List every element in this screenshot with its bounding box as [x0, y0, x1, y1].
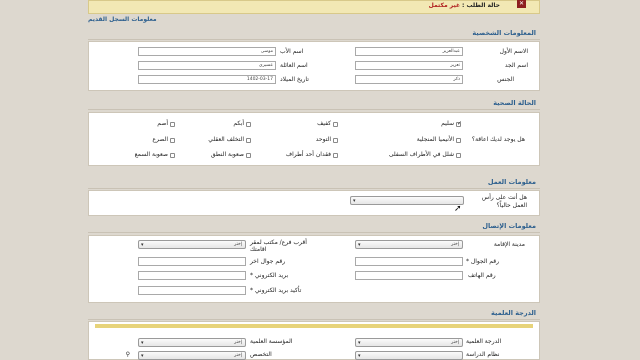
- grandfather-name-label: اسم الجد: [504, 62, 528, 69]
- gender-label: الجنس: [497, 76, 514, 83]
- degree-select-value: إختر: [451, 340, 459, 345]
- grandfather-name-field[interactable]: تعزيز: [355, 61, 463, 70]
- major-label: التخصص: [250, 351, 272, 358]
- first-name-label: الاسم الأول: [499, 48, 528, 55]
- institution-label: المؤسسة العلمية: [250, 338, 293, 345]
- study-system-label: نظام الدراسة: [466, 351, 500, 358]
- education-title: الدرجة العلمية: [491, 309, 536, 317]
- phone-field[interactable]: [355, 271, 463, 280]
- search-icon[interactable]: ⚲: [122, 351, 130, 359]
- speech-label: صعوبة النطق: [210, 151, 244, 158]
- work-panel: [88, 190, 540, 216]
- chevron-down-icon: ▾: [358, 353, 361, 359]
- mouse-cursor-icon: ➚: [454, 204, 462, 214]
- city-select-value: إختر: [451, 242, 459, 247]
- family-name-label: اسم العائلة: [280, 62, 308, 69]
- other-mobile-label: رقم جوال اخر: [250, 258, 286, 265]
- phone-label: رقم الهاتف: [468, 272, 496, 279]
- gender-field[interactable]: ذكر: [355, 75, 463, 84]
- branch-label-line2: اقامتك: [250, 246, 267, 253]
- birth-date-label: تاريخ الميلاد: [280, 76, 309, 83]
- branch-select-value: إختر: [234, 242, 242, 247]
- mental-checkbox[interactable]: [246, 138, 251, 143]
- mobile-label: رقم الجوال *: [466, 258, 500, 265]
- chevron-down-icon: ▾: [141, 353, 144, 359]
- education-header-bar: [95, 324, 533, 328]
- epilepsy-label: الصرع: [152, 136, 168, 143]
- father-name-field[interactable]: موسى: [138, 47, 276, 56]
- study-system-select[interactable]: ▾: [355, 351, 463, 360]
- healthy-checkbox[interactable]: [456, 120, 462, 127]
- email-label: بريد الكتروني *: [250, 272, 289, 279]
- chevron-down-icon: ▾: [353, 198, 356, 204]
- healthy-label: سليم: [441, 120, 454, 127]
- family-name-field[interactable]: عسيري: [138, 61, 276, 70]
- close-icon[interactable]: ✕: [517, 0, 526, 8]
- status-value: غير مكتمل: [428, 2, 461, 9]
- mute-checkbox[interactable]: [246, 122, 251, 127]
- father-name-label: اسم الأب: [280, 48, 304, 55]
- section-divider: [88, 109, 540, 110]
- autism-checkbox[interactable]: [333, 138, 338, 143]
- disability-question: هل يوجد لديك اعاقة؟: [471, 136, 525, 143]
- email-confirm-field[interactable]: [138, 286, 246, 295]
- old-record-link[interactable]: معلومات السجل القديم: [88, 16, 157, 24]
- lower-limbs-label: شلل في الأطراف السفلى: [388, 151, 454, 158]
- limb-loss-label: فقدان أحد أطراف: [285, 151, 331, 158]
- chevron-down-icon: ▾: [358, 242, 361, 248]
- epilepsy-checkbox[interactable]: [170, 138, 175, 143]
- deaf-label: أصم: [157, 120, 168, 127]
- status-label: حالة الطلب :: [461, 2, 500, 9]
- contact-title: معلومات الإتصال: [482, 222, 536, 230]
- email-field[interactable]: [138, 271, 246, 280]
- city-select[interactable]: ▾ إختر: [355, 240, 463, 249]
- lower-limbs-checkbox[interactable]: [456, 153, 461, 158]
- section-divider: [88, 39, 540, 40]
- chevron-down-icon: ▾: [141, 242, 144, 248]
- section-divider: [88, 319, 540, 320]
- personal-info-title: المعلومات الشخصية: [472, 29, 536, 37]
- email-confirm-label: تأكيد بريد الكتروني *: [250, 287, 302, 294]
- request-status: حالة الطلب : غير مكتمل: [420, 2, 500, 10]
- institution-select-value: إختر: [234, 340, 242, 345]
- work-question-line2: العمل حالياً؟: [496, 202, 528, 209]
- first-name-field[interactable]: عبدالعزيز: [355, 47, 463, 56]
- work-question-line1: هل أنت على رأس: [481, 194, 527, 201]
- health-title: الحالة الصحية: [493, 99, 536, 107]
- currently-working-select[interactable]: ▾: [350, 196, 464, 205]
- anemia-checkbox[interactable]: [456, 138, 461, 143]
- deaf-checkbox[interactable]: [170, 122, 175, 127]
- blind-checkbox[interactable]: [333, 122, 338, 127]
- blind-label: كفيف: [317, 120, 331, 127]
- chevron-down-icon: ▾: [141, 340, 144, 346]
- section-divider: [88, 232, 540, 233]
- degree-label: الدرجة العلمية: [466, 338, 502, 345]
- anemia-label: الأنيميا المنجلية: [416, 136, 454, 143]
- branch-select[interactable]: ▾ إختر: [138, 240, 246, 249]
- major-select-value: إختر: [234, 353, 242, 358]
- hearing-checkbox[interactable]: [170, 153, 175, 158]
- degree-select[interactable]: ▾ إختر: [355, 338, 463, 347]
- work-title: معلومات العمل: [487, 178, 536, 186]
- city-label: مدينة الإقامة: [493, 241, 525, 248]
- chevron-down-icon: ▾: [358, 340, 361, 346]
- mental-label: التخلف العقلي: [208, 136, 244, 143]
- institution-select[interactable]: ▾ إختر: [138, 338, 246, 347]
- mute-label: أبكم: [233, 120, 244, 127]
- major-select[interactable]: ▾ إختر: [138, 351, 246, 360]
- birth-date-field[interactable]: 1402-03-17: [138, 75, 276, 84]
- section-divider: [88, 188, 540, 189]
- mobile-field[interactable]: [355, 257, 463, 266]
- autism-label: التوحد: [315, 136, 331, 143]
- speech-checkbox[interactable]: [246, 153, 251, 158]
- hearing-label: صعوبة السمع: [134, 151, 168, 158]
- other-mobile-field[interactable]: [138, 257, 246, 266]
- limb-loss-checkbox[interactable]: [333, 153, 338, 158]
